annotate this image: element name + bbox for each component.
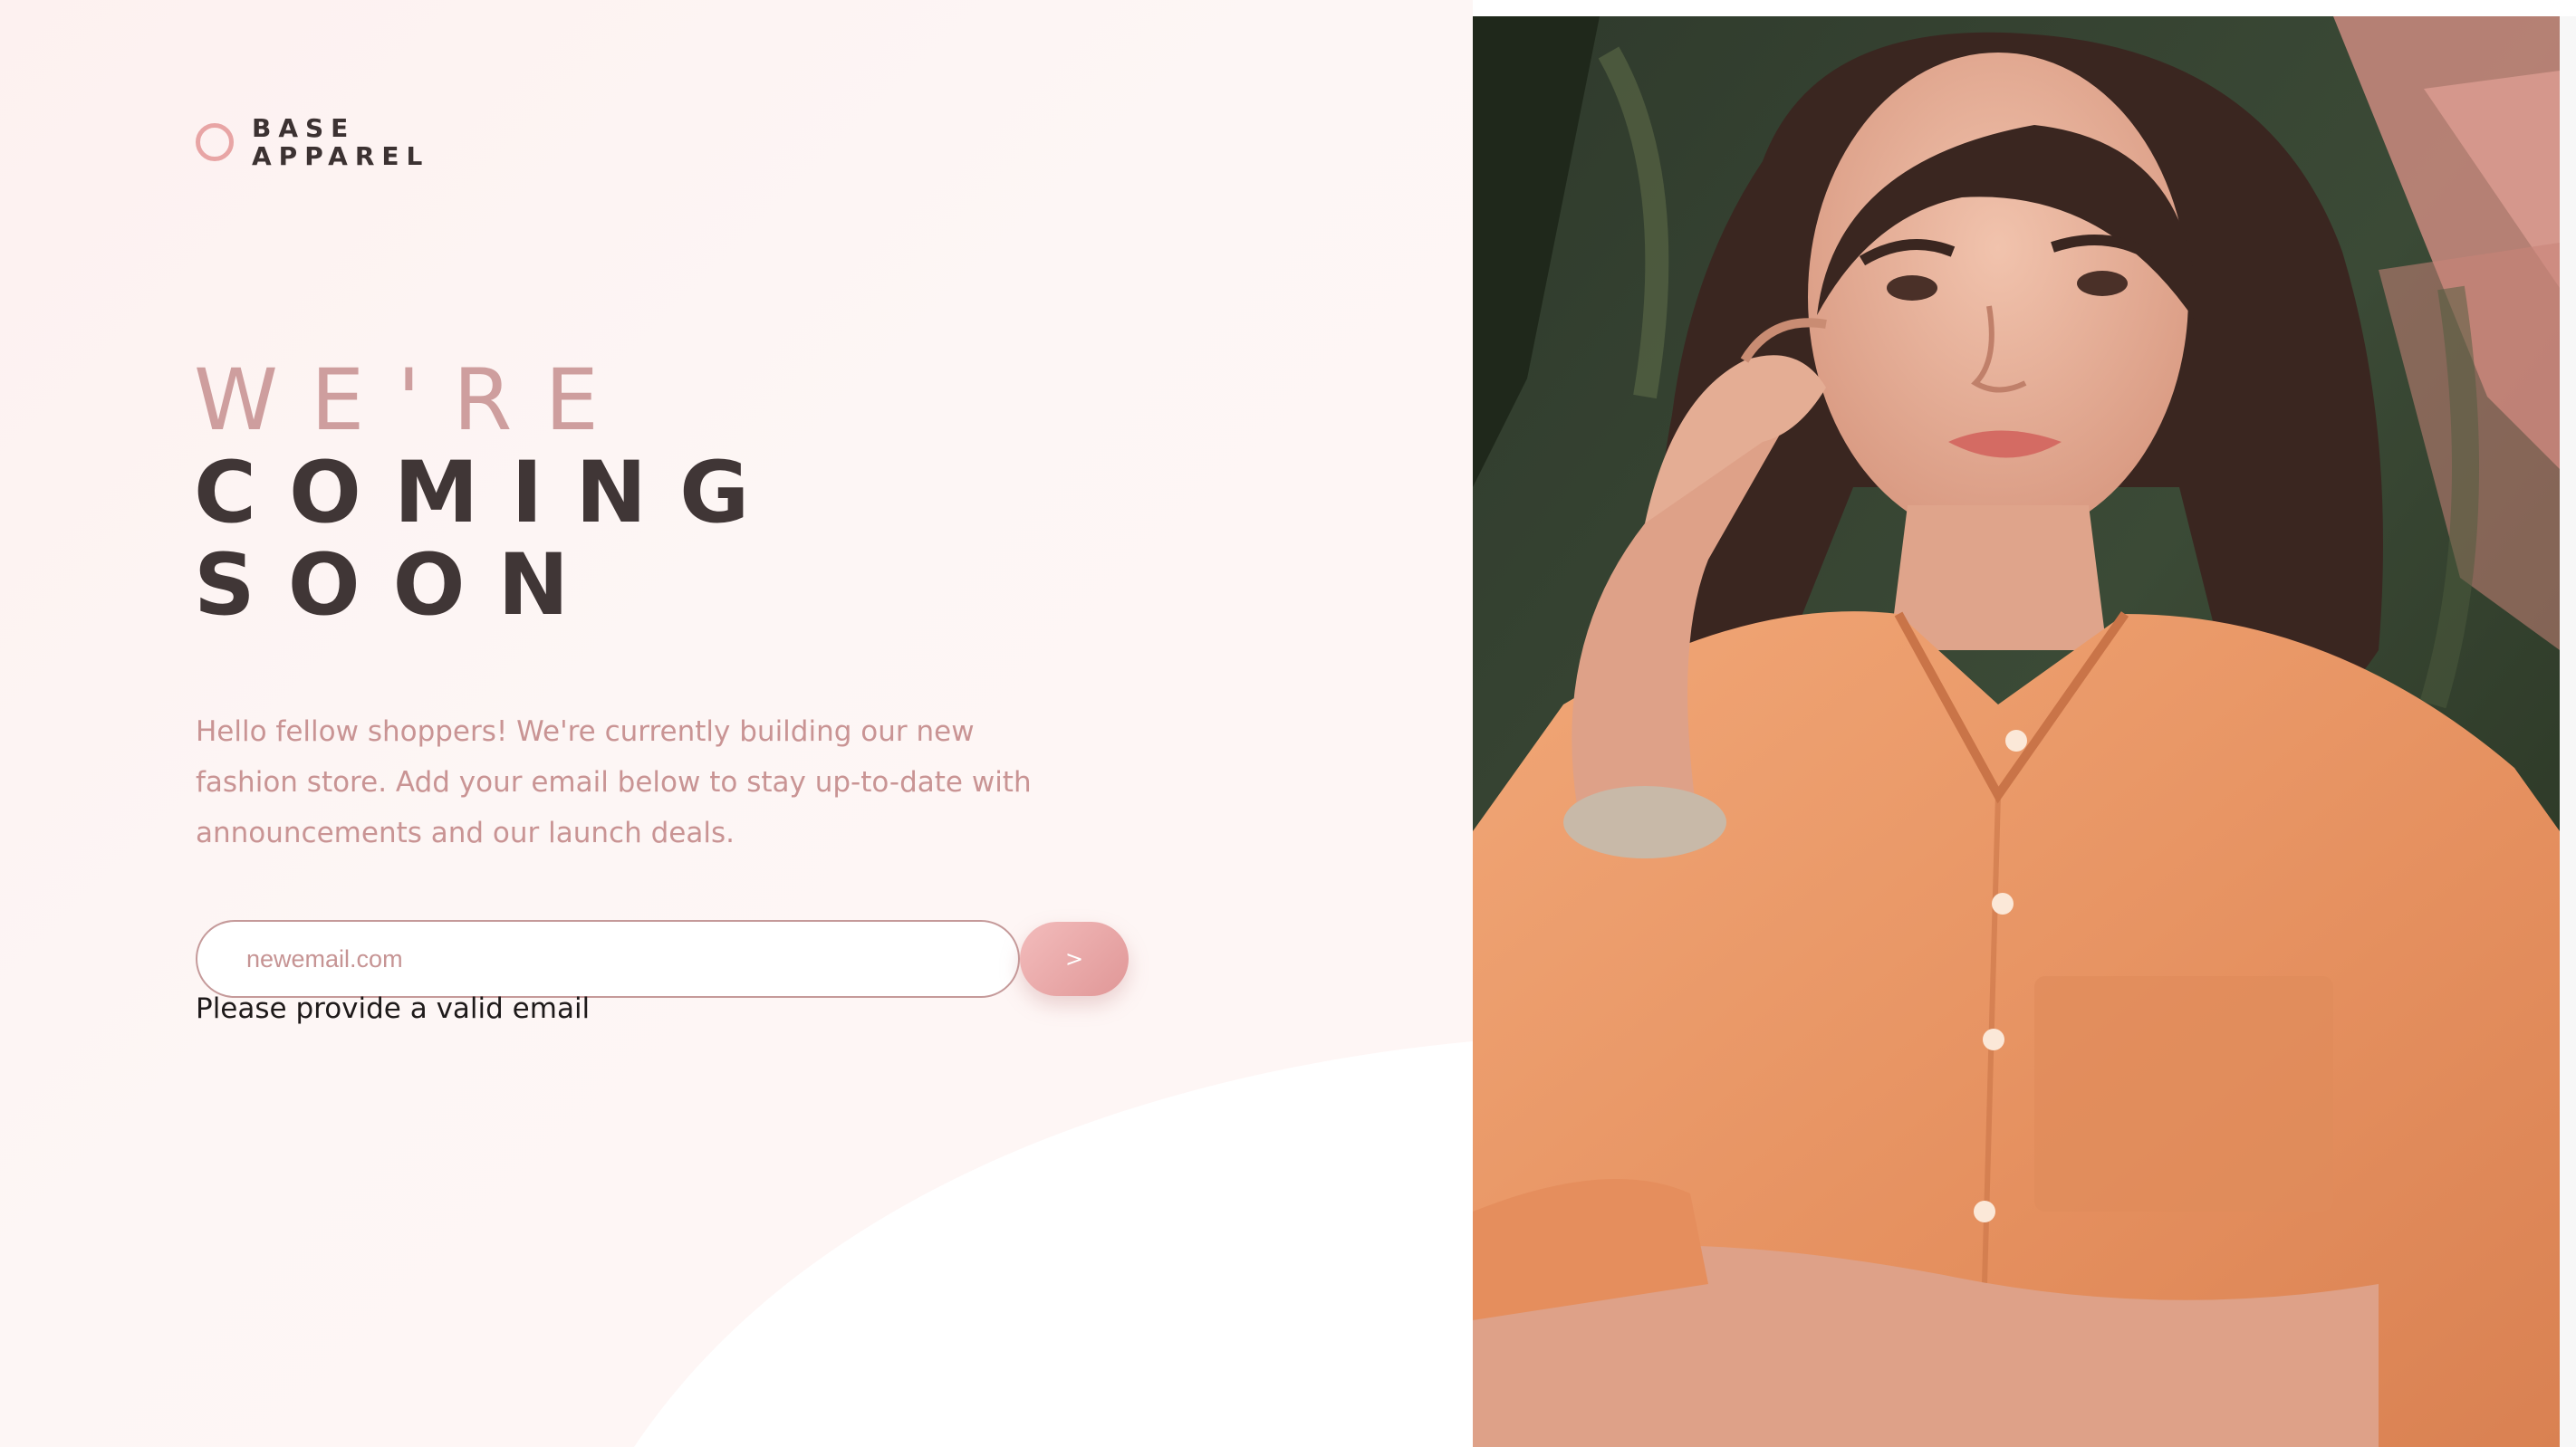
headline-line-2: COMING: [194, 444, 783, 542]
intro-paragraph: Hello fellow shoppers! We're currently b…: [196, 715, 1032, 849]
error-message: Please provide a valid email: [196, 992, 591, 1025]
brand-name: BASE APPAREL: [252, 114, 429, 170]
headline-line-1: WE'RE: [194, 351, 631, 450]
hero-image: [1473, 16, 2560, 1447]
brand-line-1: BASE: [252, 113, 356, 143]
email-input[interactable]: [196, 920, 1020, 998]
woman-in-orange-shirt-photo: [1473, 16, 2560, 1447]
brand-logo[interactable]: BASE APPAREL: [196, 114, 429, 170]
brand-line-2: APPAREL: [252, 141, 430, 171]
submit-arrow-icon: >: [1064, 946, 1084, 972]
page-headline: WE'RE COMING SOON: [194, 355, 782, 632]
headline-line-3: SOON: [194, 536, 602, 635]
page-edge: [2560, 16, 2576, 1447]
circle-logo-icon: [196, 123, 234, 161]
submit-button[interactable]: >: [1020, 922, 1129, 996]
